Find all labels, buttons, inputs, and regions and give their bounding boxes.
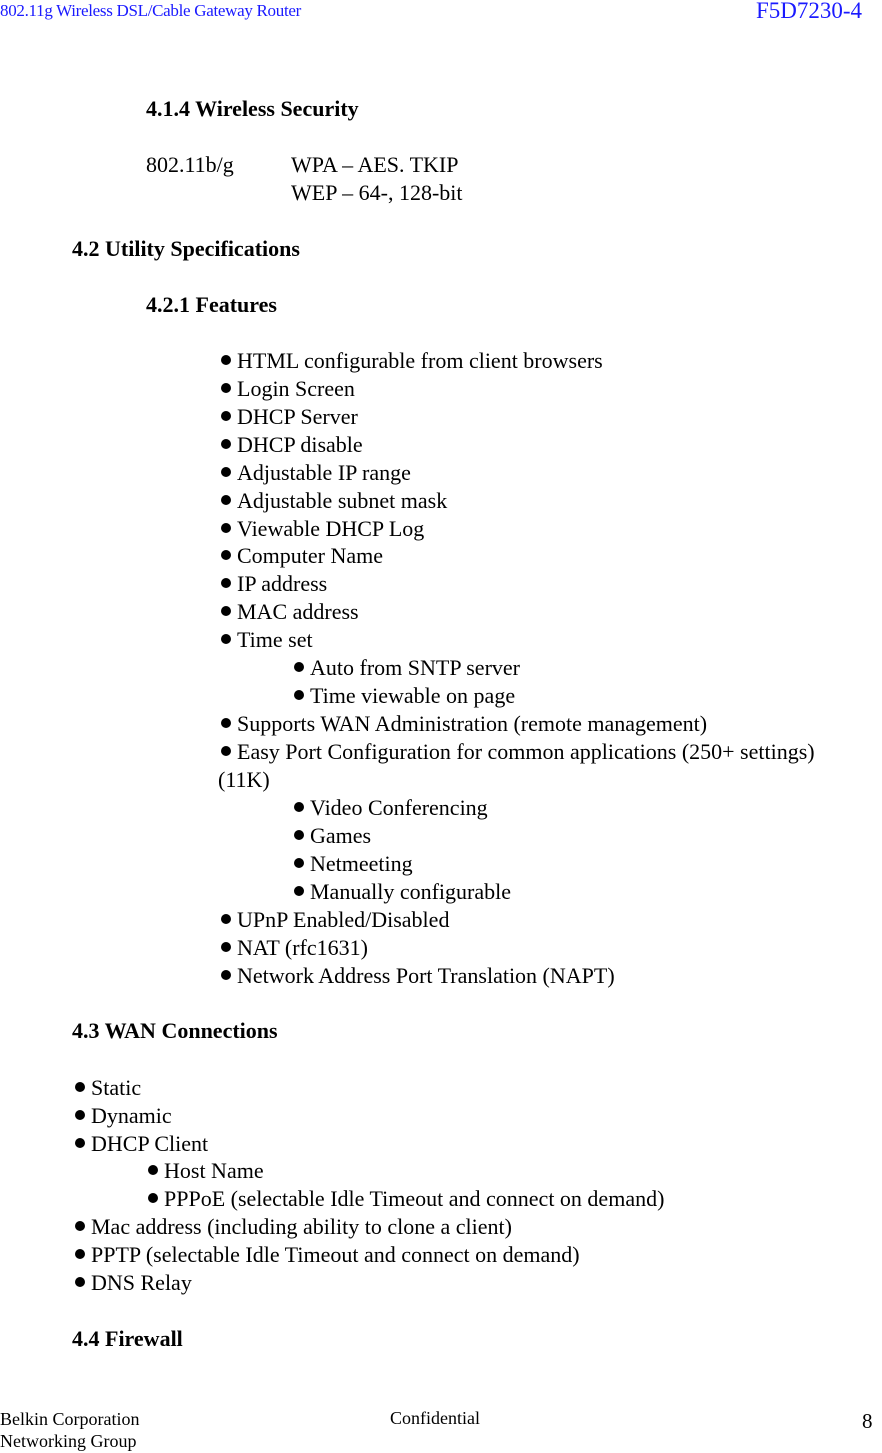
- bullet-icon: [221, 578, 231, 588]
- list-item: HTML configurable from client browsers: [221, 347, 603, 375]
- footer-company: Belkin Corporation: [0, 1409, 140, 1429]
- bullet-icon: [294, 662, 304, 672]
- heading-utility-specifications: 4.2 Utility Specifications: [72, 236, 300, 261]
- bullet-icon: [221, 495, 231, 505]
- heading-features: 4.2.1 Features: [146, 292, 277, 317]
- list-item: Time set: [221, 626, 313, 654]
- bullet-icon: [75, 1138, 85, 1148]
- list-item: DHCP Client: [75, 1130, 208, 1158]
- bullet-icon: [221, 355, 231, 365]
- list-item: DHCP Server: [221, 403, 358, 431]
- bullet-icon: [75, 1110, 85, 1120]
- bullet-icon: [75, 1277, 85, 1287]
- list-item: Viewable DHCP Log: [221, 515, 424, 543]
- sub-list-item: Video Conferencing: [294, 794, 488, 822]
- list-item: Network Address Port Translation (NAPT): [221, 962, 615, 990]
- bullet-icon: [148, 1193, 158, 1203]
- security-standard: 802.11b/g: [146, 152, 234, 177]
- list-item: DNS Relay: [75, 1269, 192, 1297]
- heading-wan-connections: 4.3 WAN Connections: [72, 1018, 278, 1043]
- sub-list-item: Netmeeting: [294, 850, 413, 878]
- bullet-icon: [221, 439, 231, 449]
- page-number: 8: [862, 1409, 873, 1433]
- list-item-continuation: (11K): [218, 767, 270, 792]
- bullet-icon: [75, 1221, 85, 1231]
- sub-list-item: PPPoE (selectable Idle Timeout and conne…: [148, 1185, 664, 1213]
- list-item: Adjustable IP range: [221, 459, 411, 487]
- heading-wireless-security: 4.1.4 Wireless Security: [146, 96, 359, 121]
- list-item: IP address: [221, 570, 327, 598]
- sub-list-item: Games: [294, 822, 371, 850]
- security-value: WPA – AES. TKIP: [291, 152, 459, 177]
- list-item: MAC address: [221, 598, 359, 626]
- bullet-icon: [221, 383, 231, 393]
- list-item: Dynamic: [75, 1102, 172, 1130]
- list-item: Supports WAN Administration (remote mana…: [221, 710, 707, 738]
- bullet-icon: [294, 858, 304, 868]
- bullet-icon: [294, 690, 304, 700]
- sub-list-item: Time viewable on page: [294, 682, 515, 710]
- bullet-icon: [221, 467, 231, 477]
- heading-firewall: 4.4 Firewall: [72, 1326, 183, 1351]
- bullet-icon: [294, 886, 304, 896]
- sub-list-item: Manually configurable: [294, 878, 511, 906]
- footer-group: Networking Group: [0, 1431, 137, 1451]
- bullet-icon: [148, 1165, 158, 1175]
- list-item: DHCP disable: [221, 431, 363, 459]
- bullet-icon: [221, 550, 231, 560]
- bullet-icon: [221, 634, 231, 644]
- bullet-icon: [221, 942, 231, 952]
- model-number: F5D7230-4: [755, 0, 862, 23]
- bullet-icon: [221, 606, 231, 616]
- list-item: Computer Name: [221, 542, 383, 570]
- list-item: Easy Port Configuration for common appli…: [221, 738, 815, 766]
- list-item: Login Screen: [221, 375, 355, 403]
- bullet-icon: [221, 523, 231, 533]
- bullet-icon: [75, 1249, 85, 1259]
- sub-list-item: Auto from SNTP server: [294, 654, 520, 682]
- bullet-icon: [221, 970, 231, 980]
- list-item: UPnP Enabled/Disabled: [221, 906, 449, 934]
- bullet-icon: [221, 914, 231, 924]
- security-value: WEP – 64-, 128-bit: [291, 180, 463, 205]
- bullet-icon: [221, 411, 231, 421]
- document-title: 802.11g Wireless DSL/Cable Gateway Route…: [0, 1, 301, 20]
- list-item: Adjustable subnet mask: [221, 487, 447, 515]
- bullet-icon: [294, 830, 304, 840]
- list-item: Mac address (including ability to clone …: [75, 1213, 512, 1241]
- list-item: Static: [75, 1074, 141, 1102]
- bullet-icon: [221, 746, 231, 756]
- list-item: PPTP (selectable Idle Timeout and connec…: [75, 1241, 580, 1269]
- footer-confidential: Confidential: [390, 1408, 480, 1428]
- bullet-icon: [221, 718, 231, 728]
- list-item: NAT (rfc1631): [221, 934, 368, 962]
- bullet-icon: [75, 1082, 85, 1092]
- sub-list-item: Host Name: [148, 1157, 264, 1185]
- bullet-icon: [294, 802, 304, 812]
